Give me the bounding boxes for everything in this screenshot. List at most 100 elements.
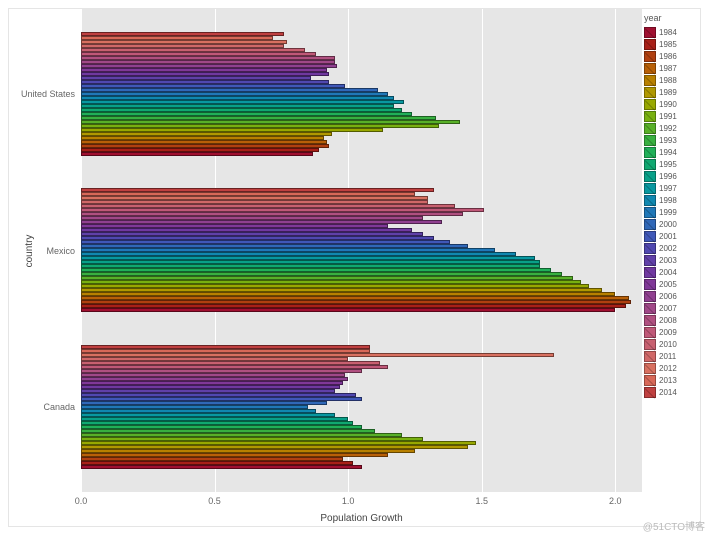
legend-item: 1988 [644,75,698,86]
legend-label: 2005 [659,280,677,289]
legend-item: 1995 [644,159,698,170]
legend-item: 1987 [644,63,698,74]
legend-swatch [644,363,656,374]
legend-item: 2009 [644,327,698,338]
legend-label: 2007 [659,304,677,313]
chart-panel [81,9,642,492]
legend-label: 1985 [659,40,677,49]
legend-item: 2013 [644,375,698,386]
legend-swatch [644,279,656,290]
legend-label: 2010 [659,340,677,349]
legend-item: 1990 [644,99,698,110]
bar-group [81,336,642,478]
bar [81,308,615,312]
y-tick-label: Canada [43,402,75,412]
legend-item: 2002 [644,243,698,254]
legend-label: 1996 [659,172,677,181]
legend-swatch [644,219,656,230]
legend-item: 1991 [644,111,698,122]
legend-swatch [644,123,656,134]
legend-item: 1997 [644,183,698,194]
watermark: @51CTO博客 [643,518,705,533]
bar [81,152,313,156]
legend-label: 1984 [659,28,677,37]
legend-item: 1986 [644,51,698,62]
legend-swatch [644,231,656,242]
legend-swatch [644,303,656,314]
legend-label: 1989 [659,88,677,97]
legend-item: 2004 [644,267,698,278]
legend-label: 2002 [659,244,677,253]
legend-swatch [644,183,656,194]
legend-swatch [644,99,656,110]
legend-swatch [644,171,656,182]
legend-swatch [644,339,656,350]
legend-label: 1993 [659,136,677,145]
legend-label: 1986 [659,52,677,61]
legend-item: 2011 [644,351,698,362]
legend-label: 1988 [659,76,677,85]
legend-item: 2007 [644,303,698,314]
legend-item: 2003 [644,255,698,266]
legend-label: 1991 [659,112,677,121]
legend-swatch [644,87,656,98]
legend-swatch [644,351,656,362]
legend-item: 2008 [644,315,698,326]
bar-group [81,23,642,165]
legend-label: 2013 [659,376,677,385]
legend-swatch [644,111,656,122]
x-tick-label: 1.5 [475,496,488,506]
legend-label: 1999 [659,208,677,217]
legend-label: 2000 [659,220,677,229]
plot-area: country United StatesMexicoCanada 0.00.5… [9,9,642,526]
y-axis: country United States Mexico Canada [9,9,81,492]
y-tick-label: Mexico [46,246,75,256]
legend-swatch [644,291,656,302]
y-axis-label: country [24,234,35,267]
legend-swatch [644,315,656,326]
legend-swatch [644,159,656,170]
legend-item: 1994 [644,147,698,158]
legend-item: 2010 [644,339,698,350]
legend-swatch [644,39,656,50]
legend-item: 1989 [644,87,698,98]
legend-label: 2008 [659,316,677,325]
legend-label: 2009 [659,328,677,337]
legend-item: 1993 [644,135,698,146]
legend-item: 1985 [644,39,698,50]
legend-swatch [644,255,656,266]
legend-label: 2001 [659,232,677,241]
legend-item: 1992 [644,123,698,134]
legend-label: 2012 [659,364,677,373]
legend-item: 2012 [644,363,698,374]
legend-label: 2004 [659,268,677,277]
legend-item: 1996 [644,171,698,182]
legend-label: 2011 [659,352,676,361]
legend-label: 1997 [659,184,677,193]
legend-label: 1987 [659,64,677,73]
legend-swatch [644,375,656,386]
legend-swatch [644,51,656,62]
legend-swatch [644,243,656,254]
legend-swatch [644,267,656,278]
bar-group [81,180,642,322]
y-tick-label: United States [21,89,75,99]
x-tick-label: 0.5 [208,496,221,506]
legend-label: 1990 [659,100,677,109]
legend-swatch [644,207,656,218]
x-tick-label: 0.0 [75,496,88,506]
legend-item: 2006 [644,291,698,302]
legend-item: 1984 [644,27,698,38]
x-axis: 0.00.51.01.52.0 Population Growth [81,492,642,526]
legend-label: 2014 [659,388,677,397]
legend-label: 2003 [659,256,677,265]
legend-swatch [644,327,656,338]
legend-swatch [644,63,656,74]
legend-label: 1998 [659,196,677,205]
legend-swatch [644,387,656,398]
legend-swatch [644,195,656,206]
legend-swatch [644,147,656,158]
legend-label: 1994 [659,148,677,157]
legend-label: 2006 [659,292,677,301]
x-axis-label: Population Growth [320,513,402,524]
